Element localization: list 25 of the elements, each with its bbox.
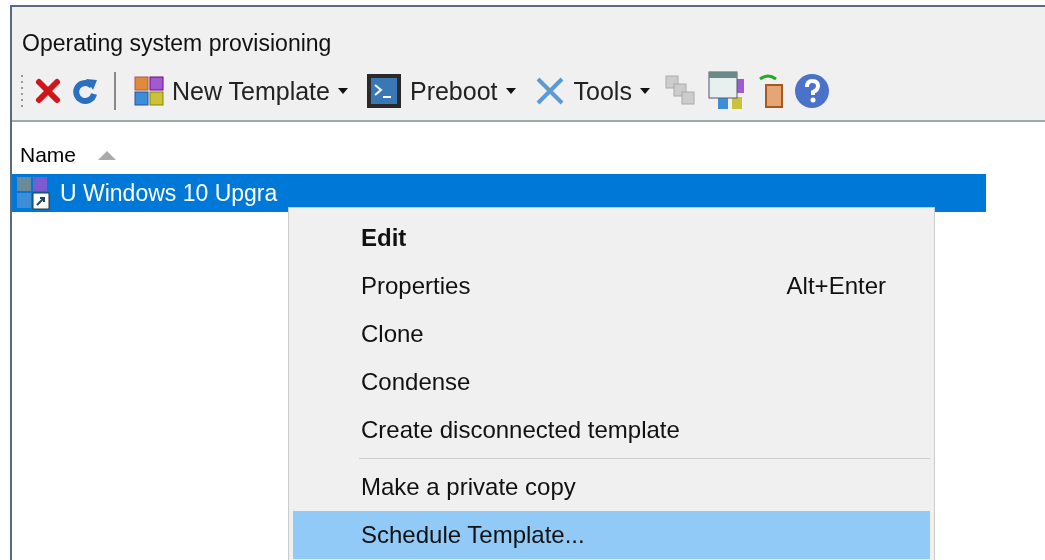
grid-icon bbox=[134, 76, 164, 106]
help-icon[interactable] bbox=[793, 73, 830, 109]
sort-arrow-icon bbox=[98, 150, 117, 160]
menu-item[interactable]: Condense bbox=[289, 358, 934, 406]
menu-item[interactable]: Create disconnected template bbox=[289, 406, 934, 454]
grip-icon bbox=[20, 73, 24, 109]
refresh-icon[interactable] bbox=[72, 76, 100, 106]
panel-title: Operating system provisioning bbox=[21, 29, 333, 58]
delete-icon[interactable] bbox=[34, 77, 62, 105]
console-icon bbox=[365, 73, 402, 109]
caret-icon bbox=[639, 88, 650, 94]
column-header[interactable]: Name bbox=[12, 122, 1045, 174]
toolbar-dropdown-button[interactable]: Preboot bbox=[361, 73, 520, 109]
menu-item[interactable]: Edit bbox=[289, 214, 934, 262]
caret-icon bbox=[337, 88, 348, 94]
toolbar-dropdown-button[interactable]: New Template bbox=[130, 76, 352, 106]
menu-item[interactable]: Clone bbox=[289, 310, 934, 358]
menu-item[interactable]: Properties Alt+Enter bbox=[289, 262, 934, 310]
menu-item[interactable]: Make a private copy bbox=[289, 463, 934, 511]
list-row[interactable]: U Windows 10 Upgra bbox=[12, 174, 986, 212]
calendar-grid-icon[interactable] bbox=[707, 71, 746, 111]
template-shortcut-icon bbox=[16, 176, 50, 210]
menu-item[interactable]: Schedule Template... bbox=[293, 511, 930, 559]
caret-icon bbox=[505, 88, 516, 94]
toolbar-dropdown-button[interactable]: Tools bbox=[529, 75, 654, 107]
